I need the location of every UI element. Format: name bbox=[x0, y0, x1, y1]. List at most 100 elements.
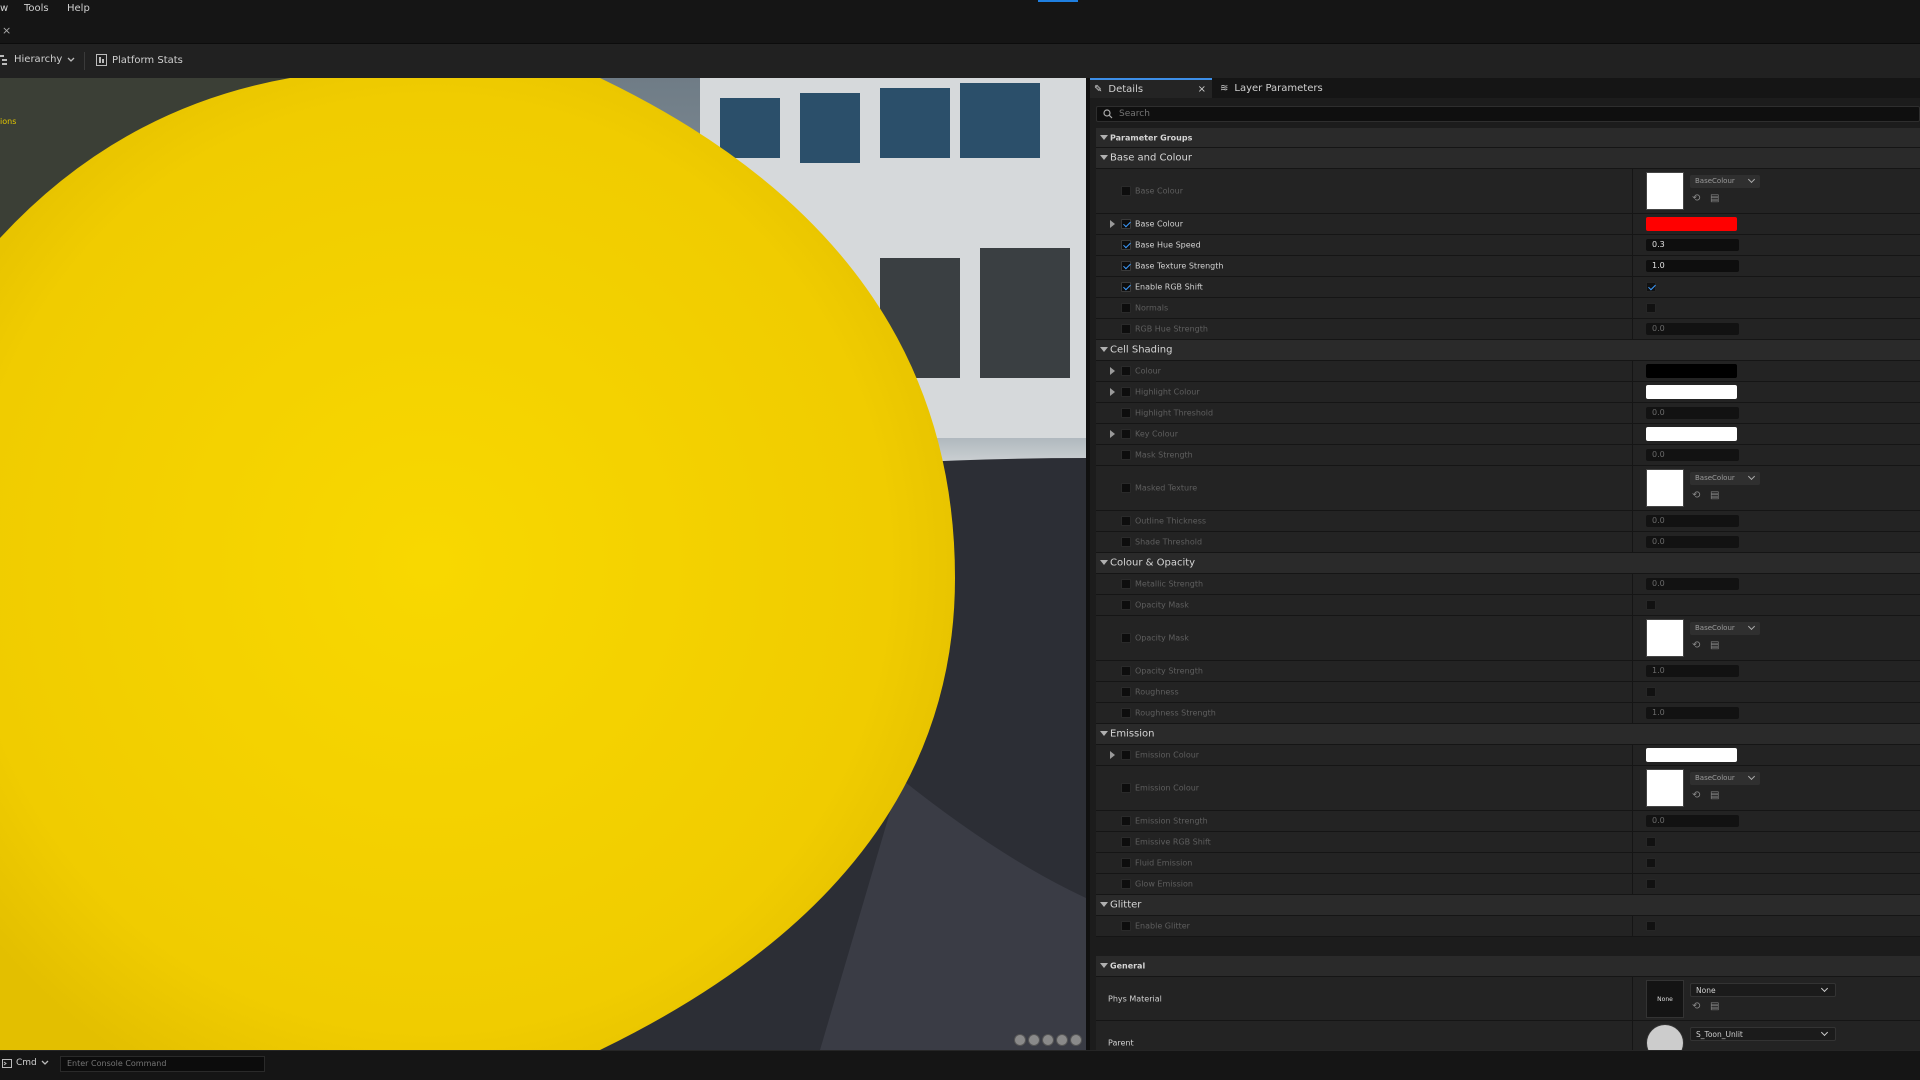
override-checkbox[interactable] bbox=[1121, 921, 1131, 931]
category-general[interactable]: General bbox=[1096, 956, 1920, 977]
settings-icon[interactable] bbox=[1070, 1034, 1082, 1046]
reset-arrow-icon[interactable]: ⟲ bbox=[1692, 1001, 1704, 1012]
override-checkbox[interactable] bbox=[1121, 450, 1131, 460]
color-swatch[interactable] bbox=[1646, 217, 1737, 231]
texture-dropdown[interactable]: BaseColour bbox=[1690, 472, 1760, 485]
menu-item-help[interactable]: Help bbox=[67, 3, 90, 14]
color-swatch[interactable] bbox=[1646, 385, 1737, 399]
column-splitter[interactable] bbox=[1632, 745, 1633, 765]
expand-arrow-icon[interactable] bbox=[1110, 220, 1115, 228]
column-splitter[interactable] bbox=[1632, 256, 1633, 276]
menu-item-tools[interactable]: Tools bbox=[24, 3, 49, 14]
column-splitter[interactable] bbox=[1632, 445, 1633, 465]
number-field[interactable]: 1.0 bbox=[1646, 707, 1739, 719]
column-splitter[interactable] bbox=[1632, 382, 1633, 402]
override-checkbox[interactable] bbox=[1121, 858, 1131, 868]
number-field[interactable]: 0.0 bbox=[1646, 536, 1739, 548]
expand-arrow-icon[interactable] bbox=[1110, 388, 1115, 396]
column-splitter[interactable] bbox=[1632, 766, 1633, 810]
override-checkbox[interactable] bbox=[1121, 282, 1131, 292]
browse-folder-icon[interactable]: ▤ bbox=[1710, 790, 1722, 801]
expand-arrow-icon[interactable] bbox=[1110, 430, 1115, 438]
value-checkbox[interactable] bbox=[1646, 858, 1656, 868]
override-checkbox[interactable] bbox=[1121, 483, 1131, 493]
override-checkbox[interactable] bbox=[1121, 537, 1131, 547]
column-splitter[interactable] bbox=[1632, 319, 1633, 339]
console-field[interactable] bbox=[60, 1056, 265, 1072]
column-splitter[interactable] bbox=[1632, 574, 1633, 594]
value-checkbox[interactable] bbox=[1646, 879, 1656, 889]
close-tab-button[interactable]: × bbox=[2, 24, 11, 37]
override-checkbox[interactable] bbox=[1121, 261, 1131, 271]
number-field[interactable]: 0.0 bbox=[1646, 578, 1739, 590]
override-checkbox[interactable] bbox=[1121, 219, 1131, 229]
reset-arrow-icon[interactable]: ⟲ bbox=[1692, 193, 1704, 204]
column-splitter[interactable] bbox=[1632, 169, 1633, 213]
sphere-icon[interactable] bbox=[1028, 1034, 1040, 1046]
cmd-button[interactable]: Cmd bbox=[2, 1058, 49, 1068]
value-checkbox[interactable] bbox=[1646, 600, 1656, 610]
override-checkbox[interactable] bbox=[1121, 816, 1131, 826]
asset-dropdown[interactable]: S_Toon_Unlit bbox=[1690, 1027, 1836, 1041]
browse-folder-icon[interactable]: ▤ bbox=[1710, 640, 1722, 651]
value-checkbox[interactable] bbox=[1646, 837, 1656, 847]
console-input[interactable] bbox=[67, 1059, 257, 1068]
override-checkbox[interactable] bbox=[1121, 633, 1131, 643]
column-splitter[interactable] bbox=[1632, 214, 1633, 234]
override-checkbox[interactable] bbox=[1121, 324, 1131, 334]
search-box[interactable] bbox=[1096, 106, 1920, 122]
override-checkbox[interactable] bbox=[1121, 687, 1131, 697]
override-checkbox[interactable] bbox=[1121, 600, 1131, 610]
browse-folder-icon[interactable]: ▤ bbox=[1710, 490, 1722, 501]
override-checkbox[interactable] bbox=[1121, 750, 1131, 760]
column-splitter[interactable] bbox=[1632, 403, 1633, 423]
column-splitter[interactable] bbox=[1632, 532, 1633, 552]
column-splitter[interactable] bbox=[1632, 832, 1633, 852]
number-field[interactable]: 1.0 bbox=[1646, 665, 1739, 677]
texture-thumbnail[interactable] bbox=[1646, 619, 1684, 657]
sphere-icon[interactable] bbox=[1014, 1034, 1026, 1046]
override-checkbox[interactable] bbox=[1121, 240, 1131, 250]
number-field[interactable]: 1.0 bbox=[1646, 260, 1739, 272]
column-splitter[interactable] bbox=[1632, 424, 1633, 444]
texture-dropdown[interactable]: BaseColour bbox=[1690, 772, 1760, 785]
category-colour-opacity[interactable]: Colour & Opacity bbox=[1096, 553, 1920, 574]
number-field[interactable]: 0.0 bbox=[1646, 515, 1739, 527]
category-base-and-colour[interactable]: Base and Colour bbox=[1096, 148, 1920, 169]
column-splitter[interactable] bbox=[1632, 511, 1633, 531]
cube-icon[interactable] bbox=[1056, 1034, 1068, 1046]
hierarchy-button[interactable]: Hierarchy bbox=[0, 54, 75, 65]
asset-thumbnail[interactable] bbox=[1646, 1023, 1684, 1050]
close-icon[interactable]: × bbox=[1198, 84, 1206, 95]
asset-dropdown[interactable]: None bbox=[1690, 983, 1836, 997]
value-checkbox[interactable] bbox=[1646, 921, 1656, 931]
column-splitter[interactable] bbox=[1632, 977, 1633, 1020]
asset-thumbnail[interactable]: None bbox=[1646, 979, 1684, 1018]
column-splitter[interactable] bbox=[1632, 466, 1633, 510]
tab-layer-parameters[interactable]: ≋ Layer Parameters bbox=[1216, 78, 1336, 98]
column-splitter[interactable] bbox=[1632, 874, 1633, 894]
category-emission[interactable]: Emission bbox=[1096, 724, 1920, 745]
column-splitter[interactable] bbox=[1632, 916, 1633, 936]
reset-arrow-icon[interactable]: ⟲ bbox=[1692, 490, 1704, 501]
color-swatch[interactable] bbox=[1646, 748, 1737, 762]
number-field[interactable]: 0.3 bbox=[1646, 239, 1739, 251]
value-checkbox[interactable] bbox=[1646, 303, 1656, 313]
column-splitter[interactable] bbox=[1632, 811, 1633, 831]
override-checkbox[interactable] bbox=[1121, 879, 1131, 889]
platform-stats-button[interactable]: Platform Stats bbox=[96, 54, 183, 66]
column-splitter[interactable] bbox=[1632, 1021, 1633, 1050]
override-checkbox[interactable] bbox=[1121, 366, 1131, 376]
column-splitter[interactable] bbox=[1632, 298, 1633, 318]
number-field[interactable]: 0.0 bbox=[1646, 323, 1739, 335]
override-checkbox[interactable] bbox=[1121, 708, 1131, 718]
material-preview-viewport[interactable]: ions bbox=[0, 78, 1086, 1050]
number-field[interactable]: 0.0 bbox=[1646, 449, 1739, 461]
override-checkbox[interactable] bbox=[1121, 783, 1131, 793]
category-cell-shading[interactable]: Cell Shading bbox=[1096, 340, 1920, 361]
column-splitter[interactable] bbox=[1632, 682, 1633, 702]
override-checkbox[interactable] bbox=[1121, 186, 1131, 196]
override-checkbox[interactable] bbox=[1121, 303, 1131, 313]
override-checkbox[interactable] bbox=[1121, 516, 1131, 526]
expand-arrow-icon[interactable] bbox=[1110, 367, 1115, 375]
